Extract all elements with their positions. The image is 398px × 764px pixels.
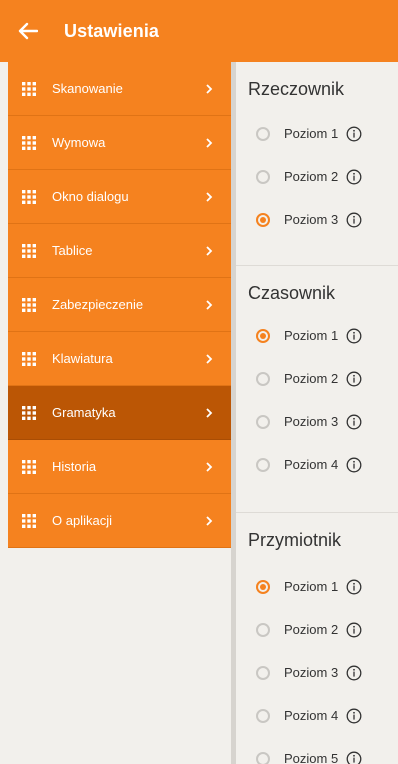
sidebar-item-label: Tablice: [52, 243, 93, 258]
radio-option[interactable]: Poziom 1: [236, 314, 398, 357]
grammar-settings-panel: Rzeczownik Poziom 1 Poziom 2 Poziom 3 Cz…: [236, 62, 398, 764]
radio-option[interactable]: Poziom 2: [236, 608, 398, 651]
radio-button[interactable]: [256, 414, 270, 429]
grid-icon: [22, 351, 36, 366]
radio-option[interactable]: Poziom 4: [236, 443, 398, 486]
radio-option[interactable]: Poziom 3: [236, 198, 398, 241]
grid-icon: [22, 513, 36, 528]
radio-option[interactable]: Poziom 3: [236, 651, 398, 694]
radio-button-selected[interactable]: [256, 212, 270, 227]
radio-button[interactable]: [256, 371, 270, 386]
sidebar-item-zabezpieczenie[interactable]: Zabezpieczenie: [8, 278, 231, 332]
radio-button[interactable]: [256, 457, 270, 472]
chevron-right-icon: [206, 407, 213, 418]
info-icon[interactable]: [346, 212, 362, 228]
radio-button-selected[interactable]: [256, 328, 270, 343]
sidebar-item-label: Wymowa: [52, 135, 106, 150]
radio-option[interactable]: Poziom 5: [236, 737, 398, 764]
chevron-right-icon: [206, 299, 213, 310]
sidebar-item-klawiatura[interactable]: Klawiatura: [8, 332, 231, 386]
radio-option[interactable]: Poziom 2: [236, 357, 398, 400]
sidebar-item-label: O aplikacji: [52, 513, 112, 528]
grid-icon: [22, 189, 36, 204]
arrow-left-icon: [18, 22, 38, 40]
radio-option[interactable]: Poziom 1: [236, 565, 398, 608]
grid-icon: [22, 81, 36, 96]
grid-icon: [22, 405, 36, 420]
option-label: Poziom 4: [284, 457, 339, 472]
radio-option[interactable]: Poziom 3: [236, 400, 398, 443]
sidebar-item-skanowanie[interactable]: Skanowanie: [8, 62, 231, 116]
info-icon[interactable]: [346, 665, 362, 681]
sidebar-item-label: Klawiatura: [52, 351, 113, 366]
info-icon[interactable]: [346, 126, 362, 142]
radio-button[interactable]: [256, 665, 270, 680]
app-bar: Ustawienia: [0, 0, 398, 62]
chevron-right-icon: [206, 137, 213, 148]
sidebar-item-label: Historia: [52, 459, 97, 474]
sidebar-item-label: Okno dialogu: [52, 189, 129, 204]
radio-button[interactable]: [256, 751, 270, 764]
grid-icon: [22, 459, 36, 474]
info-icon[interactable]: [346, 751, 362, 764]
section-rzeczownik: Rzeczownik Poziom 1 Poziom 2 Poziom 3: [236, 62, 398, 266]
info-icon[interactable]: [346, 622, 362, 638]
radio-button[interactable]: [256, 169, 270, 184]
section-przymiotnik: Przymiotnik Poziom 1 Poziom 2 Poziom 3 P…: [236, 513, 398, 764]
option-label: Poziom 3: [284, 414, 339, 429]
chevron-right-icon: [206, 461, 213, 472]
radio-option[interactable]: Poziom 1: [236, 112, 398, 155]
option-label: Poziom 1: [284, 126, 339, 141]
chevron-right-icon: [206, 353, 213, 364]
info-icon[interactable]: [346, 328, 362, 344]
page-title: Ustawienia: [64, 20, 160, 41]
sidebar-item-o-aplikacji[interactable]: O aplikacji: [8, 494, 231, 548]
settings-sidebar: Skanowanie Wymowa Okno dialogu Tablice Z…: [8, 62, 231, 764]
section-title: Czasownik: [248, 283, 336, 303]
chevron-right-icon: [206, 191, 213, 202]
chevron-right-icon: [206, 515, 213, 526]
info-icon[interactable]: [346, 457, 362, 473]
radio-button[interactable]: [256, 708, 270, 723]
option-label: Poziom 2: [284, 371, 339, 386]
option-label: Poziom 3: [284, 212, 339, 227]
info-icon[interactable]: [346, 371, 362, 387]
radio-option[interactable]: Poziom 4: [236, 694, 398, 737]
option-label: Poziom 2: [284, 622, 339, 637]
radio-button-selected[interactable]: [256, 579, 270, 594]
section-czasownik: Czasownik Poziom 1 Poziom 2 Poziom 3 Poz…: [236, 266, 398, 513]
section-title: Przymiotnik: [248, 530, 342, 550]
sidebar-item-wymowa[interactable]: Wymowa: [8, 116, 231, 170]
sidebar-item-historia[interactable]: Historia: [8, 440, 231, 494]
option-label: Poziom 4: [284, 708, 339, 723]
option-label: Poziom 2: [284, 169, 339, 184]
back-button[interactable]: [0, 0, 64, 62]
section-title: Rzeczownik: [248, 79, 345, 99]
sidebar-item-label: Skanowanie: [52, 81, 123, 96]
info-icon[interactable]: [346, 414, 362, 430]
sidebar-item-label: Zabezpieczenie: [52, 297, 144, 312]
grid-icon: [22, 135, 36, 150]
option-label: Poziom 3: [284, 665, 339, 680]
option-label: Poziom 1: [284, 579, 339, 594]
info-icon[interactable]: [346, 169, 362, 185]
info-icon[interactable]: [346, 579, 362, 595]
sidebar-item-label: Gramatyka: [52, 405, 116, 420]
grid-icon: [22, 297, 36, 312]
grid-icon: [22, 243, 36, 258]
info-icon[interactable]: [346, 708, 362, 724]
chevron-right-icon: [206, 83, 213, 94]
chevron-right-icon: [206, 245, 213, 256]
radio-option[interactable]: Poziom 2: [236, 155, 398, 198]
sidebar-item-okno-dialogu[interactable]: Okno dialogu: [8, 170, 231, 224]
radio-button[interactable]: [256, 126, 270, 141]
radio-button[interactable]: [256, 622, 270, 637]
option-label: Poziom 1: [284, 328, 339, 343]
sidebar-item-tablice[interactable]: Tablice: [8, 224, 231, 278]
option-label: Poziom 5: [284, 751, 339, 764]
sidebar-item-gramatyka[interactable]: Gramatyka: [8, 386, 231, 440]
